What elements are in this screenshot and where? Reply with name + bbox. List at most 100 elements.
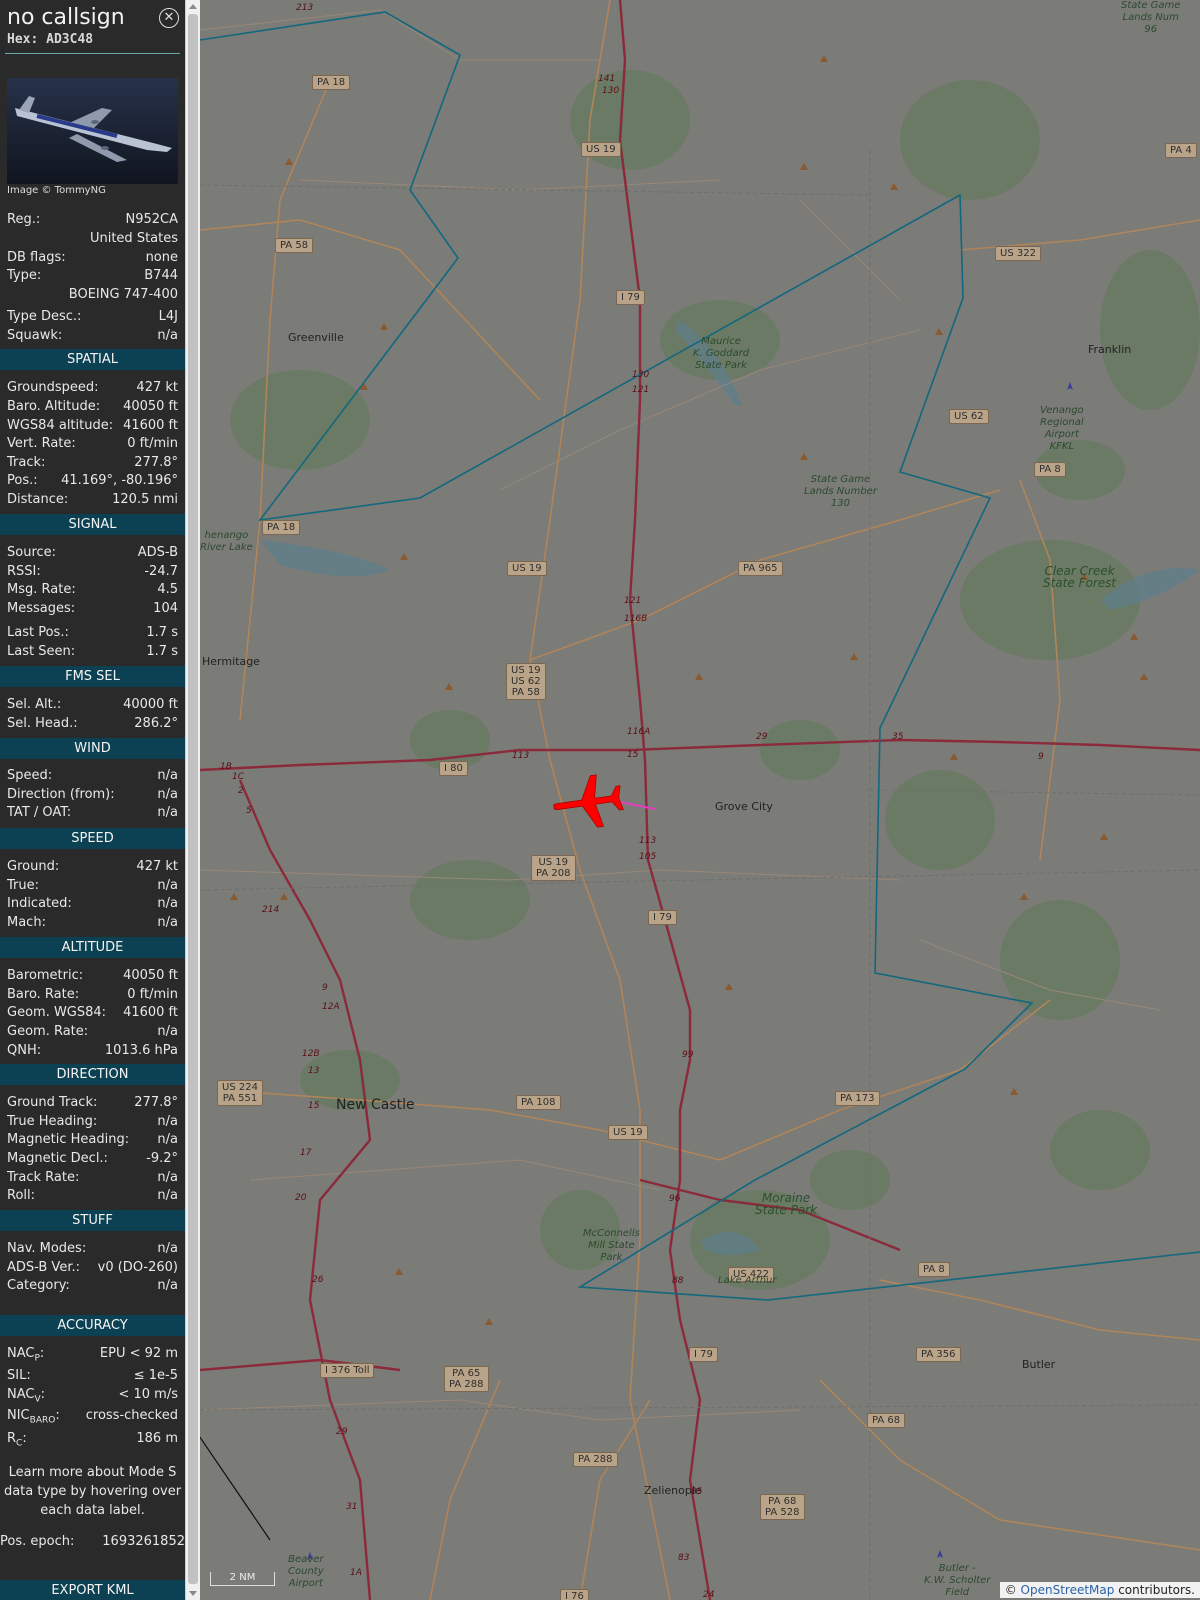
label-text: Distance: [7, 492, 69, 507]
data-label[interactable]: QNH: [7, 1043, 41, 1058]
scroll-down-icon[interactable] [189, 1591, 197, 1596]
data-label[interactable]: Nav. Modes: [7, 1241, 86, 1256]
data-label[interactable]: True: [7, 878, 39, 893]
park-label: Moraine State Park [755, 1192, 817, 1216]
info-row: BOEING 747-400 [7, 287, 178, 305]
data-value: n/a [157, 1170, 178, 1185]
openstreetmap-link[interactable]: OpenStreetMap [1021, 1583, 1115, 1597]
data-label[interactable]: SIL: [7, 1368, 31, 1383]
data-value: 41600 ft [123, 1005, 178, 1020]
park-label-line: henango [204, 530, 249, 541]
road-shield-line: PA 551 [222, 1093, 258, 1104]
data-value: 120.5 nmi [112, 492, 178, 507]
data-label[interactable]: NACP: [7, 1346, 44, 1364]
data-label[interactable]: Geom. Rate: [7, 1024, 88, 1039]
exit-number: 24 [703, 1590, 715, 1600]
scroll-up-icon[interactable] [189, 4, 197, 9]
data-value: 41.169°, -80.196° [61, 473, 178, 488]
info-label: Type: [7, 268, 42, 283]
road-shield-line: US 19 [538, 857, 569, 868]
data-row: Direction (from): n/a [7, 787, 178, 805]
data-label[interactable]: Vert. Rate: [7, 436, 76, 451]
data-label[interactable]: NACV: [7, 1387, 45, 1405]
park-label-line: K. Goddard [693, 348, 750, 359]
section-header-spatial: SPATIAL [0, 349, 185, 370]
data-label[interactable]: WGS84 altitude: [7, 418, 113, 433]
data-value: -24.7 [144, 564, 178, 579]
data-label[interactable]: Magnetic Decl.: [7, 1151, 108, 1166]
data-label[interactable]: Speed: [7, 768, 52, 783]
data-label[interactable]: Distance: [7, 492, 68, 507]
aircraft-photo[interactable] [7, 78, 178, 184]
data-label[interactable]: Ground Track: [7, 1095, 97, 1110]
data-label[interactable]: Baro. Altitude: [7, 399, 100, 414]
data-label[interactable]: Sel. Alt.: [7, 697, 61, 712]
label-text: Magnetic Decl.: [7, 1151, 108, 1166]
data-label[interactable]: NICBARO: [7, 1408, 60, 1426]
exit-number: 13 [308, 1066, 320, 1076]
data-label[interactable]: Last Seen: [7, 644, 75, 659]
road-shield: PA 65 PA 288 [444, 1366, 489, 1392]
data-label[interactable]: Mach: [7, 915, 46, 930]
data-value: n/a [157, 787, 178, 802]
data-label[interactable]: Messages: [7, 601, 75, 616]
sidebar-scrollbar[interactable] [185, 0, 200, 1600]
town-label: Franklin [1088, 343, 1132, 356]
exit-number: 85 [691, 1487, 703, 1497]
data-label[interactable]: TAT / OAT: [7, 805, 71, 820]
data-value: -9.2° [146, 1151, 178, 1166]
data-label[interactable]: ADS-B Ver.: [7, 1260, 80, 1275]
exit-number: 121 [624, 596, 642, 606]
data-label[interactable]: True Heading: [7, 1114, 97, 1129]
data-label[interactable]: Ground: [7, 859, 59, 874]
data-row: Geom. Rate: n/a [7, 1024, 178, 1042]
data-label[interactable]: Source: [7, 545, 56, 560]
data-value: n/a [157, 805, 178, 820]
road-shield-line: PA 68 [872, 1415, 901, 1426]
data-label[interactable]: Category: [7, 1278, 70, 1293]
data-value: 277.8° [134, 1095, 178, 1110]
data-label[interactable]: Last Pos.: [7, 625, 69, 640]
map-view[interactable]: Greenville Hermitage Grove City New Castle F… [200, 0, 1200, 1600]
label-text: NIC [7, 1408, 30, 1423]
data-label[interactable]: RC: [7, 1431, 27, 1449]
park-label-line: Butler - [938, 1563, 976, 1574]
park-label-line: State Forest [1043, 576, 1117, 590]
road-shield: US 19 US 62 PA 58 [506, 663, 546, 700]
data-label[interactable]: Baro. Rate: [7, 987, 79, 1002]
data-label[interactable]: Geom. WGS84: [7, 1005, 106, 1020]
data-row: Baro. Rate: 0 ft/min [7, 987, 178, 1005]
data-label[interactable]: Track: [7, 455, 45, 470]
data-label[interactable]: Indicated: [7, 896, 72, 911]
data-label[interactable]: Roll: [7, 1188, 35, 1203]
data-label[interactable]: RSSI: [7, 564, 41, 579]
data-row: Mach: n/a [7, 915, 178, 933]
data-label[interactable]: Pos.: [7, 473, 38, 488]
data-value: n/a [157, 1024, 178, 1039]
data-value: 0 ft/min [127, 436, 178, 451]
label-text: Category: [7, 1278, 70, 1293]
data-label[interactable]: Direction (from): [7, 787, 115, 802]
park-label: State Game Lands Number 130 [804, 474, 877, 510]
data-label[interactable]: Sel. Head.: [7, 716, 78, 731]
exit-number: 83 [678, 1553, 690, 1563]
road-shield-line: US 19 [613, 1127, 643, 1138]
road-shield: I 80 [439, 761, 468, 776]
data-row: Roll: n/a [7, 1188, 178, 1206]
exit-number: 130 [602, 86, 620, 96]
data-label[interactable]: Groundspeed: [7, 380, 98, 395]
info-row: Type Desc.: L4J [7, 309, 178, 327]
data-label[interactable]: Barometric: [7, 968, 83, 983]
export-kml-button[interactable]: EXPORT KML [0, 1580, 185, 1600]
scrollbar-thumb[interactable] [188, 14, 198, 1584]
info-label: Squawk: [7, 328, 63, 343]
park-label-line: Park [600, 1252, 623, 1263]
road-shield-line: PA 58 [511, 687, 540, 698]
data-label[interactable]: Msg. Rate: [7, 582, 76, 597]
data-label[interactable]: Magnetic Heading: [7, 1132, 129, 1147]
label-subscript: P [34, 1353, 40, 1364]
data-label[interactable]: Track Rate: [7, 1170, 79, 1185]
callsign-title: no callsign [7, 5, 125, 30]
park-label-line: Airport [288, 1578, 323, 1589]
close-icon[interactable]: ✕ [159, 8, 179, 28]
